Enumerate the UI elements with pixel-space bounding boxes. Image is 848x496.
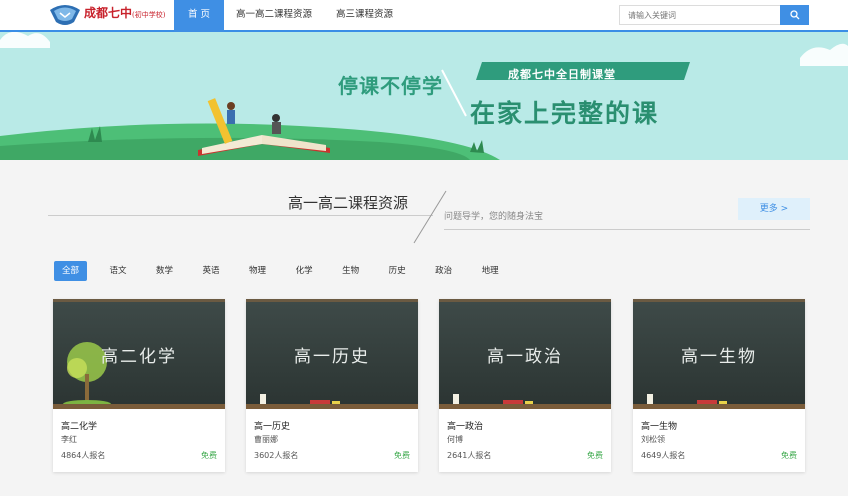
more-button[interactable]: 更多 > — [738, 198, 810, 220]
course-teacher: 李红 — [61, 435, 77, 444]
filter-physics[interactable]: 物理 — [242, 261, 273, 281]
filter-math[interactable]: 数学 — [149, 261, 180, 281]
slogan-main: 在家上完整的课 — [470, 99, 660, 128]
chalk-ledge — [246, 404, 418, 409]
slogan-tag: 成都七中全日制课堂 — [508, 68, 616, 81]
course-card[interactable]: 高一历史 高一历史 曹丽娜 3602人报名 免费 — [246, 299, 418, 472]
logo-emblem-icon — [50, 5, 80, 25]
course-card[interactable]: 高二化学 高二化学 李红 4864人报名 免费 — [53, 299, 225, 472]
filter-english[interactable]: 英语 — [196, 261, 227, 281]
section-title: 高一高二课程资源 — [288, 194, 409, 212]
board-text: 高一历史 — [294, 347, 370, 367]
course-thumbnail: 高一政治 — [439, 299, 611, 409]
price-badge: 免费 — [201, 451, 217, 460]
course-thumbnail: 高二化学 — [53, 299, 225, 409]
price-badge: 免费 — [587, 451, 603, 460]
course-title: 高一生物 — [641, 422, 678, 432]
course-teacher: 刘松领 — [641, 435, 665, 444]
section-header: 高一高二课程资源 问题导学，您的随身法宝 更多 > — [48, 186, 810, 246]
subject-filter-bar: 全部 语文 数学 英语 物理 化学 生物 历史 政治 地理 — [54, 261, 521, 281]
filter-politics[interactable]: 政治 — [428, 261, 459, 281]
filter-history[interactable]: 历史 — [382, 261, 413, 281]
logo-subtitle: (初中学校) — [132, 11, 166, 19]
course-teacher: 何博 — [447, 435, 463, 444]
filter-chemistry[interactable]: 化学 — [289, 261, 320, 281]
chalk-ledge — [53, 404, 225, 409]
board-text: 高一政治 — [487, 347, 563, 367]
price-badge: 免费 — [781, 451, 797, 460]
nav-home[interactable]: 首 页 — [174, 0, 224, 32]
section-divider-left — [48, 215, 433, 216]
chalk-ledge — [439, 404, 611, 409]
course-title: 高一历史 — [254, 422, 291, 432]
filter-chinese[interactable]: 语文 — [103, 261, 134, 281]
enrollment-count: 4649人报名 — [641, 451, 686, 460]
main-nav: 首 页 高一高二课程资源 高三课程资源 — [174, 0, 405, 32]
search-button[interactable] — [780, 5, 809, 25]
course-title: 高一政治 — [447, 422, 484, 432]
hero-banner[interactable]: 停课不停学 成都七中全日制课堂 在家上完整的课 — [0, 32, 848, 160]
course-thumbnail: 高一生物 — [633, 299, 805, 409]
site-logo[interactable]: 成都七中(初中学校) — [48, 2, 166, 28]
search-icon — [789, 10, 799, 20]
filter-geography[interactable]: 地理 — [475, 261, 506, 281]
price-badge: 免费 — [394, 451, 410, 460]
nav-grade3-resources[interactable]: 高三课程资源 — [324, 0, 405, 32]
section-subtitle: 问题导学，您的随身法宝 — [444, 212, 544, 222]
section-divider-right — [444, 229, 810, 230]
course-card[interactable]: 高一生物 高一生物 刘松领 4649人报名 免费 — [633, 299, 805, 472]
slogan-left: 停课不停学 — [338, 74, 443, 98]
filter-all[interactable]: 全部 — [54, 261, 87, 281]
search-box — [619, 5, 809, 25]
chalk-ledge — [633, 404, 805, 409]
top-navigation-bar: 成都七中(初中学校) 首 页 高一高二课程资源 高三课程资源 — [0, 0, 848, 32]
board-text: 高二化学 — [101, 347, 177, 367]
course-card[interactable]: 高一政治 高一政治 何博 2641人报名 免费 — [439, 299, 611, 472]
course-thumbnail: 高一历史 — [246, 299, 418, 409]
enrollment-count: 4864人报名 — [61, 451, 106, 460]
enrollment-count: 2641人报名 — [447, 451, 492, 460]
course-title: 高二化学 — [61, 422, 98, 432]
logo-text: 成都七中(初中学校) — [84, 4, 165, 21]
filter-biology[interactable]: 生物 — [335, 261, 366, 281]
nav-grade1-2-resources[interactable]: 高一高二课程资源 — [224, 0, 324, 32]
course-teacher: 曹丽娜 — [254, 435, 278, 444]
search-input[interactable] — [619, 5, 780, 25]
course-card-grid: 高二化学 高二化学 李红 4864人报名 免费 高一历史 高一历史 曹丽娜 36… — [53, 299, 805, 496]
board-text: 高一生物 — [681, 347, 757, 367]
enrollment-count: 3602人报名 — [254, 451, 299, 460]
logo-name: 成都七中 — [84, 6, 133, 20]
